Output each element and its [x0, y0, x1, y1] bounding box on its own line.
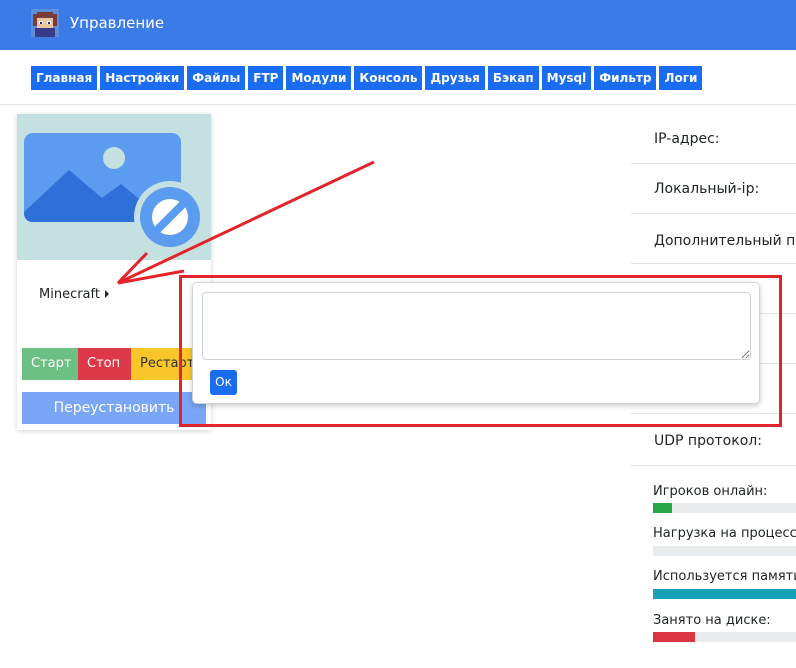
stat-players: Игроков онлайн: — [653, 484, 796, 513]
nav-divider — [0, 104, 796, 105]
ip-label: IP-адрес: — [654, 131, 720, 147]
nav-item-ftp[interactable]: FTP — [248, 66, 284, 90]
extra-port-label: Дополнительный порт: — [654, 233, 796, 249]
stat-cpu: Нагрузка на процессор: — [653, 526, 796, 556]
nav-item-files[interactable]: Файлы — [187, 66, 246, 90]
players-progress-fill — [653, 503, 672, 513]
nav-item-logs[interactable]: Логи — [659, 66, 703, 90]
nav-item-home[interactable]: Главная — [31, 66, 98, 90]
page-root: Управление Главная Настройки Файлы FTP М… — [0, 0, 796, 668]
disk-label: Занято на диске: — [653, 613, 771, 628]
memory-progress-bar — [653, 589, 796, 599]
info-row-local-ip: Локальный-ip: — [631, 164, 796, 214]
players-label: Игроков онлайн: — [653, 484, 768, 499]
cpu-label: Нагрузка на процессор: — [653, 526, 796, 541]
info-row-ip: IP-адрес: — [631, 114, 796, 164]
memory-label: Используется памяти: — [653, 569, 796, 584]
local-ip-label: Локальный-ip: — [654, 181, 760, 197]
nav-item-filter[interactable]: Фильтр — [594, 66, 657, 90]
stop-button[interactable]: Стоп — [78, 348, 131, 380]
stat-disk: Занято на диске: — [653, 613, 796, 642]
game-name[interactable]: Minecraft — [39, 287, 100, 302]
image-placeholder-icon — [24, 133, 206, 253]
players-progress-bar — [653, 503, 796, 513]
avatar-logo-icon[interactable] — [31, 9, 59, 37]
server-image — [17, 114, 211, 260]
stat-memory: Используется памяти: — [653, 569, 796, 599]
memory-progress-fill — [653, 589, 796, 599]
nav-item-modules[interactable]: Модули — [286, 66, 352, 90]
nav-menu: Главная Настройки Файлы FTP Модули Консо… — [31, 66, 703, 90]
top-header: Управление — [0, 0, 796, 50]
info-row-extra-port: Дополнительный порт: — [631, 214, 796, 264]
nav-item-console[interactable]: Консоль — [354, 66, 423, 90]
nav-item-mysql[interactable]: Mysql — [541, 66, 592, 90]
cpu-progress-bar — [653, 546, 796, 556]
annotation-highlight-box — [179, 275, 782, 427]
disk-progress-bar — [653, 632, 796, 642]
nav-item-settings[interactable]: Настройки — [100, 66, 185, 90]
nav-item-friends[interactable]: Друзья — [425, 66, 485, 90]
disk-progress-fill — [653, 632, 695, 642]
caret-right-icon[interactable] — [105, 290, 109, 298]
start-button[interactable]: Старт — [22, 348, 78, 380]
udp-label: UDP протокол: — [654, 433, 762, 449]
page-title: Управление — [70, 14, 165, 32]
nav-item-backup[interactable]: Бэкап — [487, 66, 539, 90]
